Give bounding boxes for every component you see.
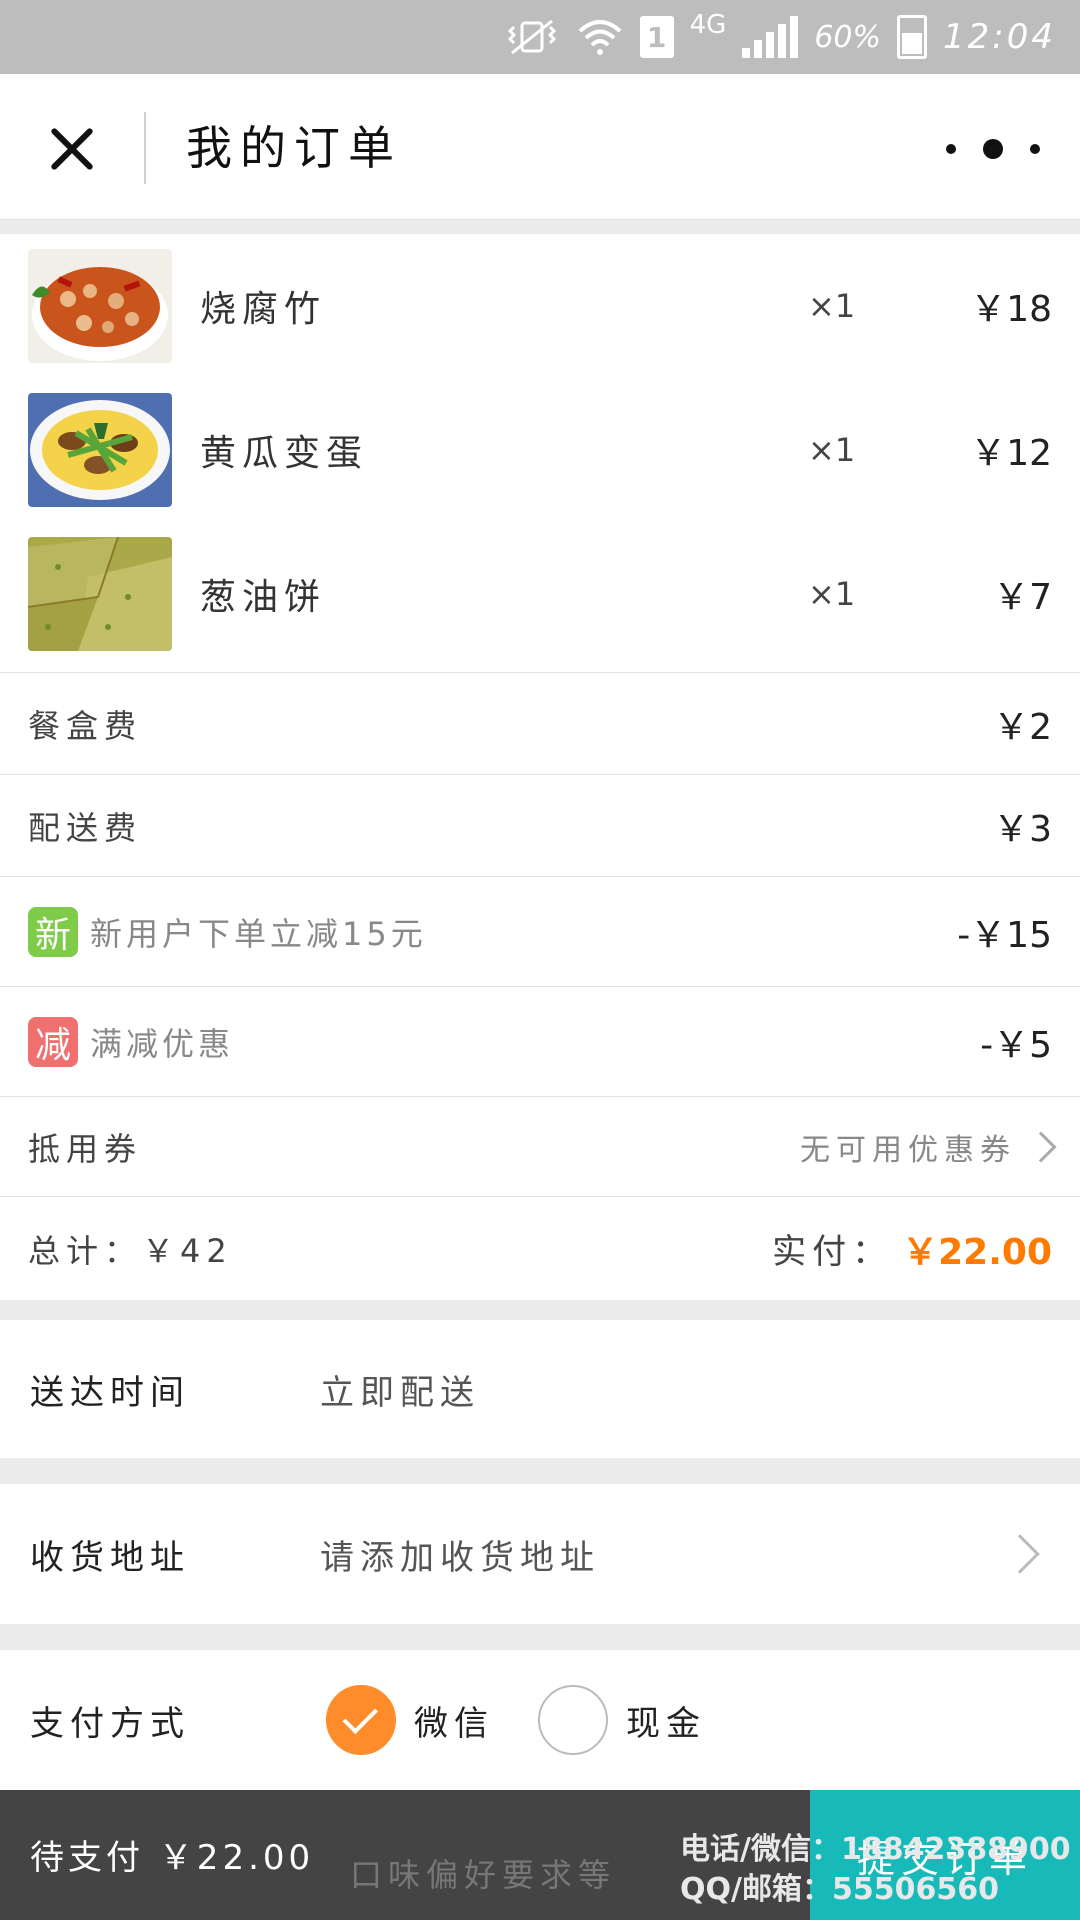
delivery-time-label: 送达时间 bbox=[30, 1372, 190, 1413]
box-fee-label: 餐盒费 bbox=[28, 706, 143, 745]
chevron-right-icon bbox=[1025, 1130, 1057, 1163]
signal-icon bbox=[742, 16, 799, 58]
bottom-bar: 待支付 ￥22.00 口味偏好要求等 提交订单 电话/微信：1884238890… bbox=[0, 1790, 1080, 1920]
item-quantity: ×1 bbox=[808, 431, 856, 469]
note-input[interactable]: 口味偏好要求等 bbox=[350, 1850, 616, 1896]
item-quantity: ×1 bbox=[808, 575, 856, 613]
delivery-fee-row: 配送费 ￥3 bbox=[0, 774, 1080, 876]
delivery-fee-value: ￥3 bbox=[993, 808, 1052, 850]
wifi-icon bbox=[576, 16, 624, 58]
discount-badge: 减 bbox=[28, 1016, 78, 1067]
header-divider bbox=[144, 112, 146, 184]
coupon-value-text: 无可用优惠券 bbox=[800, 1132, 1016, 1168]
discount-promo-label: 满减优惠 bbox=[90, 1024, 235, 1063]
network-type: 4G bbox=[689, 10, 727, 40]
delivery-time-section[interactable]: 送达时间 立即配送 bbox=[0, 1320, 1080, 1458]
food-image bbox=[28, 537, 172, 651]
payment-label: 支付方式 bbox=[30, 1703, 190, 1744]
item-name: 烧腐竹 bbox=[200, 289, 327, 330]
wechat-pay-label[interactable]: 微信 bbox=[414, 1696, 494, 1745]
new-user-promo-label: 新用户下单立减15元 bbox=[90, 914, 427, 953]
pending-payment: 待支付 ￥22.00 bbox=[30, 1838, 315, 1878]
wechat-pay-radio[interactable] bbox=[326, 1685, 396, 1755]
item-price: ￥18 bbox=[970, 289, 1052, 330]
sim-icon: 1 bbox=[639, 16, 674, 58]
pay-amount: ￥22.00 bbox=[902, 1231, 1052, 1273]
total-row: 总计：￥42 实付： ￥22.00 bbox=[0, 1196, 1080, 1300]
close-button[interactable] bbox=[40, 118, 104, 182]
item-price: ￥12 bbox=[970, 433, 1052, 474]
item-name: 黄瓜变蛋 bbox=[200, 433, 369, 474]
total-label: 总计：￥42 bbox=[28, 1231, 233, 1270]
item-name: 葱油饼 bbox=[200, 577, 327, 618]
discount-promo-value: -￥5 bbox=[980, 1024, 1052, 1066]
cash-pay-label[interactable]: 现金 bbox=[626, 1696, 706, 1745]
address-label: 收货地址 bbox=[30, 1537, 190, 1578]
food-image bbox=[28, 249, 172, 363]
box-fee-value: ￥2 bbox=[993, 706, 1052, 748]
coupon-label: 抵用券 bbox=[28, 1129, 143, 1168]
food-image bbox=[28, 393, 172, 507]
more-menu-button[interactable] bbox=[946, 136, 1040, 162]
battery-icon bbox=[897, 15, 928, 59]
submit-order-button[interactable]: 提交订单 bbox=[810, 1790, 1080, 1920]
order-item: 黄瓜变蛋 ×1 ￥12 bbox=[0, 378, 1080, 522]
discount-promo-row: 减 满减优惠 -￥5 bbox=[0, 986, 1080, 1096]
page-title: 我的订单 bbox=[186, 121, 402, 175]
new-user-promo-row: 新 新用户下单立减15元 -￥15 bbox=[0, 876, 1080, 986]
vibrate-icon bbox=[504, 16, 560, 58]
address-value: 请添加收货地址 bbox=[320, 1537, 600, 1578]
chevron-right-icon bbox=[1000, 1534, 1040, 1574]
battery-percent: 60% bbox=[814, 19, 882, 55]
status-bar: 1 4G 60% 12:04 bbox=[0, 0, 1080, 74]
coupon-row[interactable]: 抵用券 无可用优惠券 bbox=[0, 1096, 1080, 1196]
cash-pay-radio[interactable] bbox=[538, 1685, 608, 1755]
order-item: 烧腐竹 ×1 ￥18 bbox=[0, 234, 1080, 378]
item-quantity: ×1 bbox=[808, 287, 856, 325]
new-user-badge: 新 bbox=[28, 906, 78, 957]
order-page: 1 4G 60% 12:04 我的订单 烧腐竹 ×1 ￥18 黄瓜变蛋 ×1 ￥… bbox=[0, 0, 1080, 1920]
coupon-value: 无可用优惠券 bbox=[800, 1125, 1057, 1169]
delivery-time-value: 立即配送 bbox=[320, 1372, 480, 1413]
payment-section: 支付方式 微信 现金 bbox=[0, 1650, 1080, 1790]
address-section[interactable]: 收货地址 请添加收货地址 bbox=[0, 1484, 1080, 1624]
clock: 12:04 bbox=[943, 17, 1056, 57]
box-fee-row: 餐盒费 ￥2 bbox=[0, 672, 1080, 774]
order-summary: 烧腐竹 ×1 ￥18 黄瓜变蛋 ×1 ￥12 葱油饼 ×1 ￥7 餐盒费 ￥2 … bbox=[0, 234, 1080, 1300]
new-user-promo-value: -￥15 bbox=[957, 914, 1052, 956]
item-price: ￥7 bbox=[993, 577, 1052, 618]
pay-label: 实付： bbox=[772, 1232, 893, 1272]
order-item: 葱油饼 ×1 ￥7 bbox=[0, 522, 1080, 666]
delivery-fee-label: 配送费 bbox=[28, 808, 143, 847]
header: 我的订单 bbox=[0, 74, 1080, 220]
